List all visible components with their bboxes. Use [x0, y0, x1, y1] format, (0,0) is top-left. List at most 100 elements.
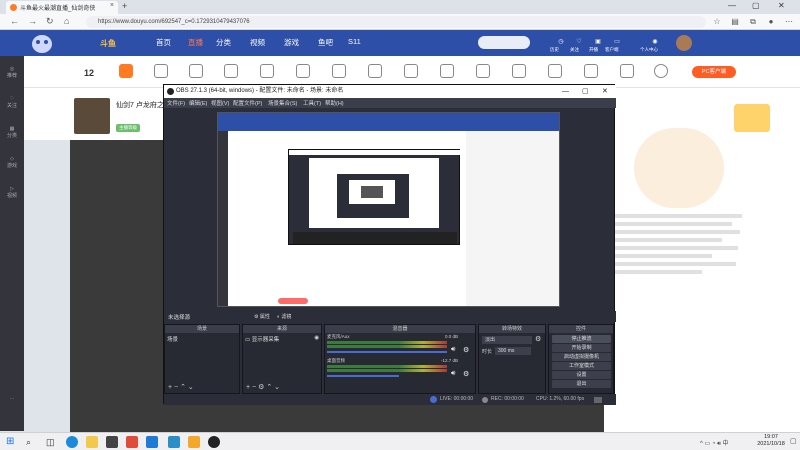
obs-preview[interactable]	[217, 112, 560, 307]
menu-help[interactable]: 帮助(H)	[325, 99, 344, 107]
sidebar-item-more[interactable]: ⋯	[0, 396, 24, 402]
start-recording-button[interactable]: 开始录制	[552, 344, 611, 352]
category-icon[interactable]	[119, 64, 133, 78]
url-input[interactable]: https://www.douyu.com/692547_c=0.1729310…	[86, 16, 706, 28]
menu-file[interactable]: 文件(F)	[167, 99, 185, 107]
menu-tools[interactable]: 工具(T)	[303, 99, 321, 107]
task-view-icon[interactable]: ◫	[46, 436, 58, 448]
store-icon[interactable]	[106, 436, 118, 448]
reload-button[interactable]: ↻	[46, 16, 54, 27]
menu-icon[interactable]: ⋯	[784, 17, 794, 27]
nav-s11[interactable]: S11	[348, 37, 361, 46]
menu-profile[interactable]: 配置文件(P)	[233, 99, 262, 107]
category-icon[interactable]	[548, 64, 562, 78]
sidebar-item-video[interactable]: ▷ 视频	[0, 186, 24, 199]
avatar[interactable]	[676, 35, 692, 51]
add-icon[interactable]: +	[168, 384, 172, 391]
nav-category[interactable]: 分类	[216, 37, 231, 48]
nav-video[interactable]: 视频	[250, 37, 265, 48]
virtual-camera-button[interactable]: 启动虚拟摄像机	[552, 353, 611, 361]
menu-view[interactable]: 视图(V)	[211, 99, 229, 107]
remove-icon[interactable]: −	[252, 384, 256, 391]
profile-icon[interactable]: ●	[766, 17, 776, 27]
category-icon[interactable]	[404, 64, 418, 78]
duration-input[interactable]: 300 ms	[495, 347, 531, 355]
settings-icon[interactable]: ⚙	[258, 384, 264, 391]
obs-maximize-button[interactable]: ▢	[582, 85, 589, 98]
site-search-input[interactable]	[478, 36, 530, 49]
app-icon[interactable]	[188, 436, 200, 448]
properties-button[interactable]: ⚙ 属性	[254, 313, 270, 320]
menu-edit[interactable]: 编辑(E)	[189, 99, 207, 107]
history-icon[interactable]: ◷	[554, 38, 568, 46]
collections-icon[interactable]: ▤	[730, 17, 740, 27]
settings-button[interactable]: 设置	[552, 371, 611, 379]
edge-icon[interactable]	[66, 436, 78, 448]
nav-fishbar[interactable]: 鱼吧	[318, 37, 333, 48]
follow-icon[interactable]: ♡	[572, 38, 586, 46]
pc-client-button[interactable]: PC客户端	[692, 66, 736, 78]
mic-volume-slider[interactable]	[327, 351, 447, 353]
streamer-avatar[interactable]	[74, 98, 110, 134]
clock-time[interactable]: 19:07	[756, 434, 786, 440]
desktop-gear-icon[interactable]: ⚙	[463, 370, 469, 378]
transition-settings-icon[interactable]: ⚙	[535, 335, 541, 343]
extensions-icon[interactable]: ⧉	[748, 17, 758, 27]
mic-speaker-icon[interactable]: 🔊︎	[451, 346, 455, 354]
explorer-icon[interactable]	[86, 436, 98, 448]
obs-minimize-button[interactable]: —	[562, 85, 569, 98]
move-down-icon[interactable]: ⌄	[188, 384, 194, 391]
sidebar-item-follow[interactable]: ♡ 关注	[0, 96, 24, 109]
desktop-volume-slider[interactable]	[327, 375, 399, 377]
nav-games[interactable]: 游戏	[284, 37, 299, 48]
sidebar-item-recommend[interactable]: ◎ 推荐	[0, 66, 24, 79]
category-icon[interactable]	[620, 64, 634, 78]
filters-button[interactable]: ◐ 滤镜	[277, 313, 291, 320]
category-icon[interactable]	[368, 64, 382, 78]
maximize-button[interactable]: ▢	[752, 1, 760, 10]
notification-icon[interactable]: ▢	[790, 437, 797, 445]
add-icon[interactable]: +	[246, 384, 250, 391]
promo-badge[interactable]	[734, 104, 770, 132]
nav-live[interactable]: 直播	[188, 37, 203, 48]
exit-button[interactable]: 退出	[552, 380, 611, 388]
category-icon[interactable]	[512, 64, 526, 78]
favorite-icon[interactable]: ☆	[712, 17, 722, 27]
sidebar-item-category[interactable]: ▦ 分类	[0, 126, 24, 139]
sidebar-item-game[interactable]: ◇ 游戏	[0, 156, 24, 169]
category-icon[interactable]	[654, 64, 668, 78]
category-icon[interactable]	[224, 64, 238, 78]
desktop-speaker-icon[interactable]: 🔊︎	[451, 370, 455, 378]
clock-date[interactable]: 2021/10/18	[756, 441, 786, 447]
transition-select[interactable]: 淡出	[482, 336, 532, 344]
mic-gear-icon[interactable]: ⚙	[463, 346, 469, 354]
douyu-logo[interactable]	[26, 30, 66, 56]
tab-close-icon[interactable]: ×	[110, 2, 114, 9]
category-icon[interactable]	[189, 64, 203, 78]
app-icon[interactable]	[146, 436, 158, 448]
category-icon[interactable]	[260, 64, 274, 78]
source-list-item[interactable]: ▭ 显示器采集 ◉	[245, 335, 321, 343]
stop-streaming-button[interactable]: 停止推流	[552, 335, 611, 343]
scene-list-item[interactable]: 场景	[167, 335, 178, 343]
move-down-icon[interactable]: ⌄	[274, 384, 280, 391]
obs-icon[interactable]	[208, 436, 220, 448]
category-icon[interactable]	[584, 64, 598, 78]
menu-scene-collection[interactable]: 场景集合(S)	[268, 99, 297, 107]
category-icon[interactable]	[440, 64, 454, 78]
move-up-icon[interactable]: ⌃	[180, 384, 186, 391]
remove-icon[interactable]: −	[174, 384, 178, 391]
obs-close-button[interactable]: ✕	[602, 85, 608, 98]
nav-home[interactable]: 首页	[156, 37, 171, 48]
minimize-button[interactable]: —	[728, 1, 736, 10]
new-tab-button[interactable]: +	[122, 1, 127, 11]
system-tray-icons[interactable]: ^ ▭ ◔ 🔊︎ 中	[700, 438, 729, 448]
studio-mode-button[interactable]: 工作室模式	[552, 362, 611, 370]
browser-tab[interactable]: 斗鱼最火最潮直播_仙剑奇侠 ×	[6, 1, 118, 14]
broadcast-icon[interactable]: ▣	[591, 38, 605, 46]
user-center-icon[interactable]: ◉	[648, 38, 662, 46]
start-icon[interactable]: ⊞	[6, 436, 18, 448]
home-button[interactable]: ⌂	[64, 16, 69, 26]
site-logo-text[interactable]: 斗鱼	[100, 38, 116, 49]
mail-icon[interactable]	[126, 436, 138, 448]
